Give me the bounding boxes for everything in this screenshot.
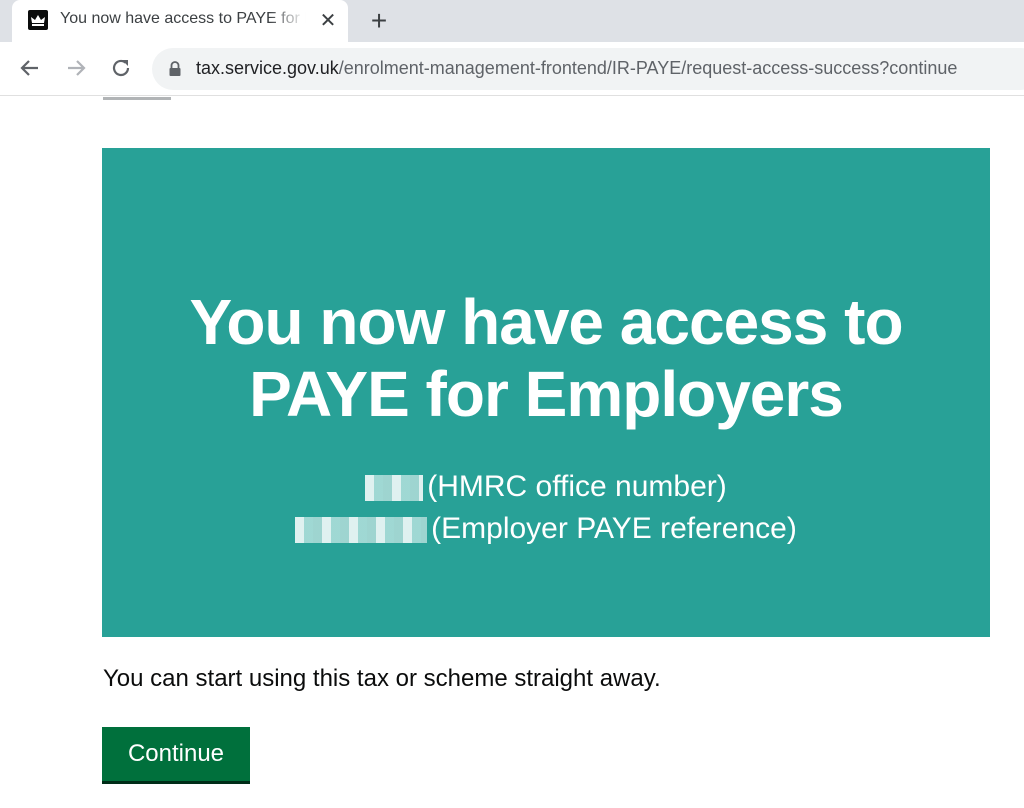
office-number-line: (HMRC office number) [102,466,990,508]
redacted-employer-ref [295,517,428,544]
url-path: /enrolment-management-frontend/IR-PAYE/r… [338,58,958,78]
browser-tab[interactable]: You now have access to PAYE for Employer… [12,0,348,42]
header-underline-fragment [103,97,171,100]
panel-body: (HMRC office number) (Employer PAYE refe… [102,466,990,550]
office-number-label: (HMRC office number) [427,470,727,503]
address-bar[interactable]: tax.service.gov.uk/enrolment-management-… [152,48,1024,90]
forward-arrow-icon[interactable] [62,54,90,82]
url-text[interactable]: tax.service.gov.uk/enrolment-management-… [196,58,957,79]
panel-title: You now have access to PAYE for Employer… [189,286,903,430]
browser-tabstrip: You now have access to PAYE for Employer… [0,0,1024,46]
redacted-office-number [365,475,424,502]
lock-icon [168,61,182,77]
reload-icon[interactable] [107,54,135,82]
back-arrow-icon[interactable] [16,54,44,82]
employer-ref-label: (Employer PAYE reference) [431,512,797,545]
info-text: You can start using this tax or scheme s… [103,665,661,692]
confirmation-panel: You now have access to PAYE for Employer… [102,148,990,637]
crown-icon [28,10,48,30]
employer-ref-line: (Employer PAYE reference) [102,508,990,550]
close-icon[interactable]: ✕ [316,9,340,33]
url-domain: tax.service.gov.uk [196,58,339,78]
new-tab-button[interactable]: + [364,6,394,36]
page-content: You now have access to PAYE for Employer… [0,97,1024,808]
tab-title: You now have access to PAYE for Employer… [60,10,306,27]
continue-button[interactable]: Continue [102,727,250,781]
browser-toolbar: tax.service.gov.uk/enrolment-management-… [0,42,1024,96]
